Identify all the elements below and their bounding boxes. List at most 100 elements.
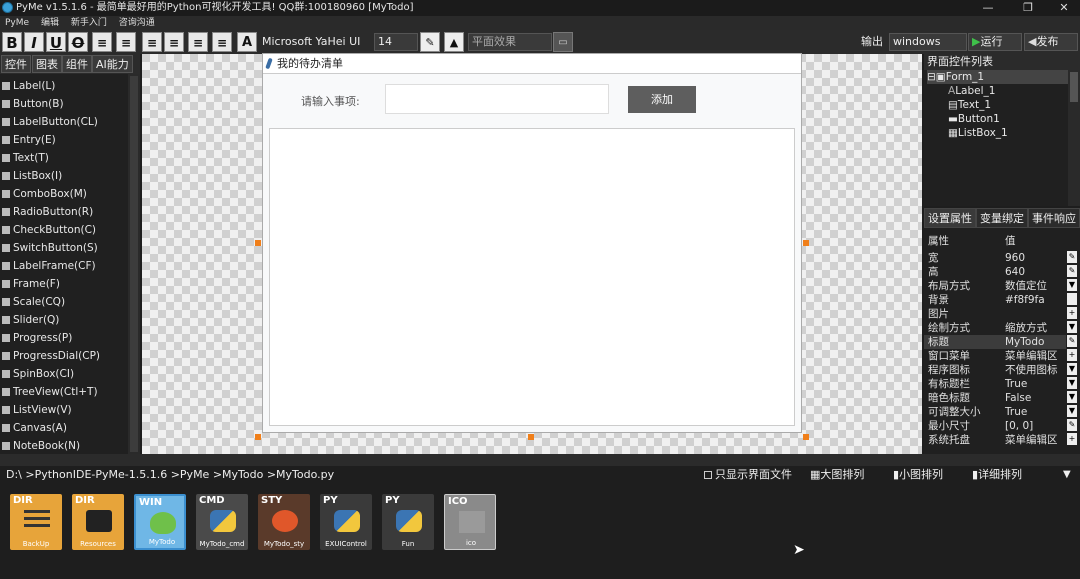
property-row-selected[interactable]: 标题 MyTodo ✎: [924, 335, 1077, 349]
menu-edit[interactable]: 编辑: [41, 18, 59, 28]
widget-item[interactable]: Canvas(A): [2, 420, 67, 436]
property-row[interactable]: 背景 #f8f9fa: [924, 293, 1077, 307]
folder-resources[interactable]: DIR Resources: [72, 494, 124, 550]
file-fun[interactable]: PY Fun: [382, 494, 434, 550]
edit-icon[interactable]: ✎: [1067, 251, 1077, 263]
tab-properties[interactable]: 设置属性: [924, 208, 976, 228]
edit-icon[interactable]: ✎: [1067, 419, 1077, 431]
tree-item-button[interactable]: ▬Button1: [948, 112, 1000, 126]
widget-item[interactable]: Text(T): [2, 150, 49, 166]
file-exuicontrol[interactable]: PY EXUIControl: [320, 494, 372, 550]
tab-charts[interactable]: 图表: [32, 55, 62, 73]
platform-select[interactable]: windows: [889, 33, 967, 51]
add-icon[interactable]: +: [1067, 349, 1077, 361]
italic-button[interactable]: I: [24, 32, 44, 52]
property-row[interactable]: 系统托盘 菜单编辑区 +: [924, 433, 1077, 447]
align-middle-icon[interactable]: ≡: [188, 32, 208, 52]
dropdown-icon[interactable]: ▼: [1067, 279, 1077, 291]
tree-item-label[interactable]: ALabel_1: [948, 84, 995, 98]
large-icons-button[interactable]: ▦大图排列: [810, 466, 864, 484]
property-row[interactable]: 宽 960 ✎: [924, 251, 1077, 265]
widget-item[interactable]: LabelFrame(CF): [2, 258, 96, 274]
add-icon[interactable]: +: [1067, 433, 1077, 445]
widget-item[interactable]: ComboBox(M): [2, 186, 87, 202]
widget-item[interactable]: ProgressDial(CP): [2, 348, 100, 364]
font-size-select[interactable]: 14: [374, 33, 418, 51]
property-row[interactable]: 暗色标题 False ▼: [924, 391, 1077, 405]
image-icon[interactable]: ▲: [444, 32, 464, 52]
property-row[interactable]: 高 640 ✎: [924, 265, 1077, 279]
folder-backup[interactable]: DIR BackUp: [10, 494, 62, 550]
widget-item[interactable]: ListBox(I): [2, 168, 62, 184]
file-mytodo-sty[interactable]: STY MyTodo_sty: [258, 494, 310, 550]
tree-item-text[interactable]: ▤Text_1: [948, 98, 991, 112]
dropdown-icon[interactable]: ▼: [1067, 363, 1077, 375]
expand-icon[interactable]: ▼: [1063, 466, 1071, 484]
property-row[interactable]: 最小尺寸 [0, 0] ✎: [924, 419, 1077, 433]
tab-widgets[interactable]: 控件: [1, 55, 31, 73]
run-button[interactable]: ▶运行: [968, 33, 1022, 51]
file-ico[interactable]: ICO ico: [444, 494, 496, 550]
maximize-button[interactable]: ❐: [1010, 0, 1046, 16]
tab-variable-binding[interactable]: 变量绑定: [976, 208, 1028, 228]
property-row[interactable]: 窗口菜单 菜单编辑区 +: [924, 349, 1077, 363]
tree-item-listbox[interactable]: ▦ListBox_1: [948, 126, 1008, 140]
tab-components[interactable]: 组件: [62, 55, 92, 73]
form-listbox[interactable]: [269, 128, 795, 426]
bold-button[interactable]: B: [2, 32, 22, 52]
resize-handle[interactable]: [255, 240, 261, 246]
edit-icon[interactable]: ✎: [1067, 265, 1077, 277]
font-family-select[interactable]: Microsoft YaHei UI: [262, 33, 360, 51]
edit-icon[interactable]: ✎: [1067, 335, 1077, 347]
widget-item[interactable]: SwitchButton(S): [2, 240, 98, 256]
property-row[interactable]: 程序图标 不使用图标 ▼: [924, 363, 1077, 377]
align-bottom-icon[interactable]: ≡: [212, 32, 232, 52]
widget-item[interactable]: Label(L): [2, 78, 55, 94]
align-left-icon[interactable]: ≡: [92, 32, 112, 52]
small-icons-button[interactable]: ▮小图排列: [893, 466, 943, 484]
resize-handle[interactable]: [255, 434, 261, 440]
publish-button[interactable]: ◀发布: [1024, 33, 1078, 51]
form-entry[interactable]: [385, 84, 609, 114]
menu-getting-started[interactable]: 新手入门: [71, 18, 107, 28]
widget-item[interactable]: TreeView(Ctl+T): [2, 384, 98, 400]
widget-item[interactable]: Slider(Q): [2, 312, 59, 328]
property-row[interactable]: 有标题栏 True ▼: [924, 377, 1077, 391]
widget-item[interactable]: Frame(F): [2, 276, 60, 292]
widget-item[interactable]: ListView(V): [2, 402, 72, 418]
effect-select[interactable]: 平面效果: [468, 33, 552, 51]
tree-scrollbar[interactable]: [1068, 70, 1080, 206]
property-row[interactable]: 布局方式 数值定位 ▼: [924, 279, 1077, 293]
menu-consult[interactable]: 咨询沟通: [119, 18, 155, 28]
align-right-icon[interactable]: ≡: [142, 32, 162, 52]
text-color-icon[interactable]: A: [237, 32, 257, 52]
form-label[interactable]: 请输入事项:: [301, 93, 360, 109]
align-top-icon[interactable]: ≡: [164, 32, 184, 52]
dropdown-icon[interactable]: ▼: [1067, 391, 1077, 403]
dropdown-icon[interactable]: ▼: [1067, 377, 1077, 389]
widget-item[interactable]: CheckButton(C): [2, 222, 96, 238]
resize-handle[interactable]: [528, 434, 534, 440]
widget-item[interactable]: Entry(E): [2, 132, 56, 148]
strikethrough-button[interactable]: O: [68, 32, 88, 52]
property-row[interactable]: 绘制方式 缩放方式 ▼: [924, 321, 1077, 335]
resize-handle[interactable]: [803, 240, 809, 246]
widget-list-scrollbar[interactable]: [128, 74, 140, 454]
property-row[interactable]: 可调整大小 True ▼: [924, 405, 1077, 419]
minimize-button[interactable]: —: [970, 0, 1006, 16]
only-ui-files-checkbox[interactable]: 只显示界面文件: [704, 466, 792, 484]
tab-ai[interactable]: AI能力: [92, 55, 133, 73]
dropdown-icon[interactable]: ▼: [1067, 321, 1077, 333]
form-preview[interactable]: 我的待办清单 请输入事项: 添加: [262, 53, 802, 433]
property-row[interactable]: 图片 +: [924, 307, 1077, 321]
widget-item[interactable]: Scale(CQ): [2, 294, 65, 310]
file-mytodo-win[interactable]: WIN MyTodo: [134, 494, 186, 550]
add-icon[interactable]: +: [1067, 307, 1077, 319]
fill-color-icon[interactable]: ✎: [420, 32, 440, 52]
tab-events[interactable]: 事件响应: [1028, 208, 1080, 228]
widget-item[interactable]: Progress(P): [2, 330, 72, 346]
align-center-icon[interactable]: ≡: [116, 32, 136, 52]
resize-handle[interactable]: [803, 434, 809, 440]
widget-item[interactable]: NoteBook(N): [2, 438, 80, 454]
horizontal-splitter[interactable]: [0, 454, 1080, 466]
